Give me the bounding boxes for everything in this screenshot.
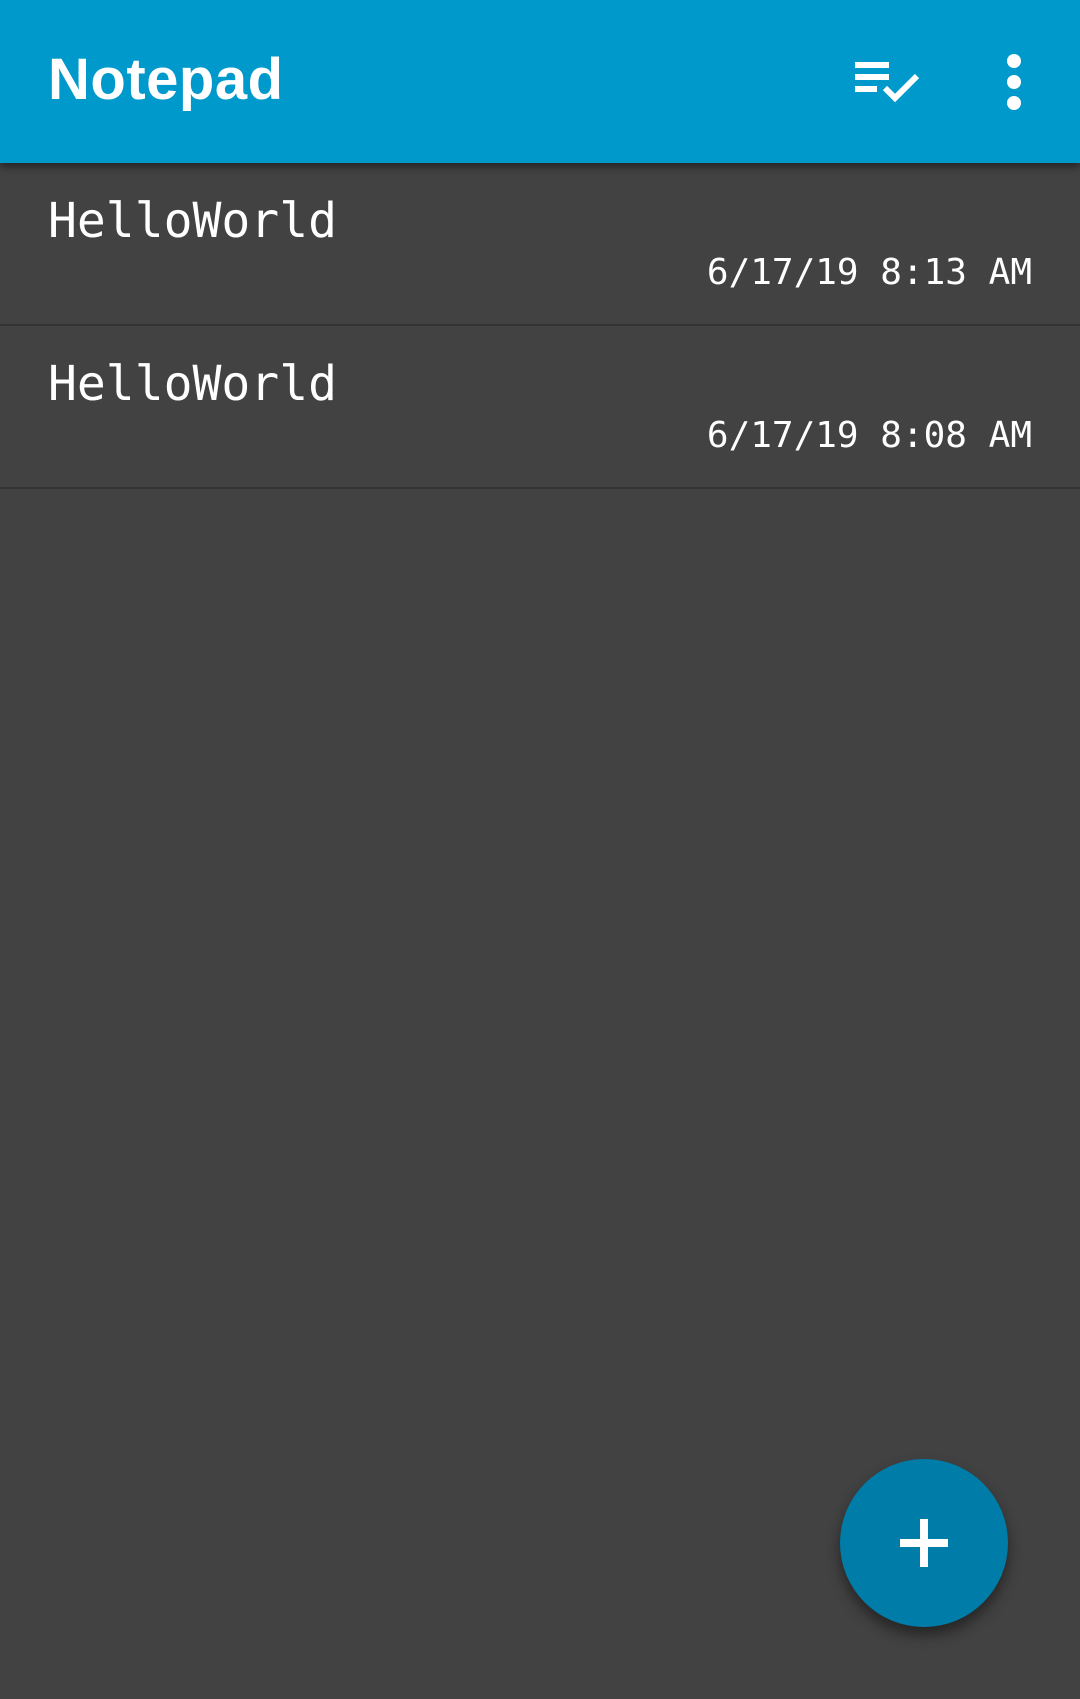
note-list-item[interactable]: HelloWorld 6/17/19 8:13 AM xyxy=(0,163,1080,326)
plus-icon xyxy=(900,1519,948,1567)
select-all-button[interactable] xyxy=(846,40,930,124)
note-list: HelloWorld 6/17/19 8:13 AM HelloWorld 6/… xyxy=(0,163,1080,489)
note-list-item[interactable]: HelloWorld 6/17/19 8:08 AM xyxy=(0,326,1080,489)
note-title: HelloWorld xyxy=(48,356,337,412)
new-note-button[interactable] xyxy=(840,1459,1008,1627)
note-title: HelloWorld xyxy=(48,193,337,249)
more-options-button[interactable] xyxy=(972,40,1056,124)
select-all-icon xyxy=(855,62,920,103)
app-bar: Notepad xyxy=(0,0,1080,163)
more-vertical-icon xyxy=(1007,54,1021,110)
app-title: Notepad xyxy=(48,47,284,112)
note-date: 6/17/19 8:08 AM xyxy=(706,415,1032,456)
note-date: 6/17/19 8:13 AM xyxy=(706,252,1032,293)
